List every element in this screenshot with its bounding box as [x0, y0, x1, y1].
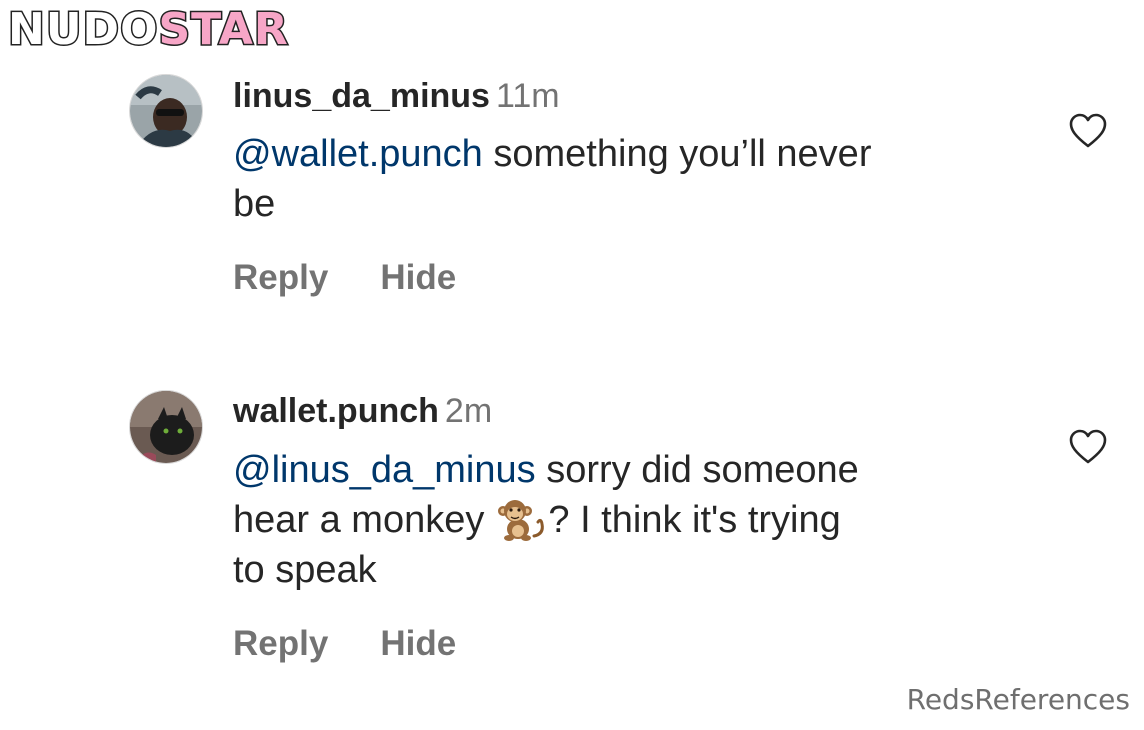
- comment-header: wallet.punch 2m: [233, 391, 492, 431]
- logo-text-part2: STAR: [157, 3, 289, 57]
- watermark-text: RedsReferences: [906, 683, 1130, 716]
- comment-text-line2-start: hear a monkey: [233, 499, 485, 541]
- logo-text-part1: NUDO: [6, 3, 159, 57]
- comment-text: @linus_da_minus sorry did someone hear a…: [233, 445, 1013, 595]
- comment-header: linus_da_minus 11m: [233, 76, 560, 116]
- comment-text: @wallet.punch something you’ll never be: [233, 129, 1013, 229]
- comment-text-line1: sorry did someone: [535, 449, 859, 491]
- mention-link[interactable]: @linus_da_minus: [233, 449, 536, 491]
- comment-actions: Reply Hide: [233, 624, 456, 664]
- heart-outline-icon[interactable]: [1069, 113, 1107, 149]
- avatar-photo-icon: [130, 75, 202, 147]
- avatar-photo-icon: [130, 391, 202, 463]
- monkey-emoji-icon: [494, 496, 546, 542]
- mention-link[interactable]: @wallet.punch: [233, 133, 483, 175]
- user-avatar[interactable]: [129, 74, 203, 148]
- comment-text-line3: to speak: [233, 549, 377, 591]
- user-avatar[interactable]: [129, 390, 203, 464]
- site-logo: NUDOSTAR: [6, 3, 289, 57]
- reply-button[interactable]: Reply: [233, 624, 328, 664]
- username-link[interactable]: wallet.punch: [233, 392, 439, 430]
- comment-text-line2-end: ? I think it's trying: [548, 499, 841, 541]
- comment-actions: Reply Hide: [233, 258, 456, 298]
- hide-button[interactable]: Hide: [380, 624, 456, 664]
- reply-button[interactable]: Reply: [233, 258, 328, 298]
- comment-timestamp: 2m: [444, 392, 493, 430]
- comment-text-line2: be: [233, 183, 276, 225]
- comment-timestamp: 11m: [495, 77, 560, 115]
- hide-button[interactable]: Hide: [380, 258, 456, 298]
- comment-text-line1: something you’ll never: [482, 133, 872, 175]
- username-link[interactable]: linus_da_minus: [233, 77, 490, 115]
- heart-outline-icon[interactable]: [1069, 429, 1107, 465]
